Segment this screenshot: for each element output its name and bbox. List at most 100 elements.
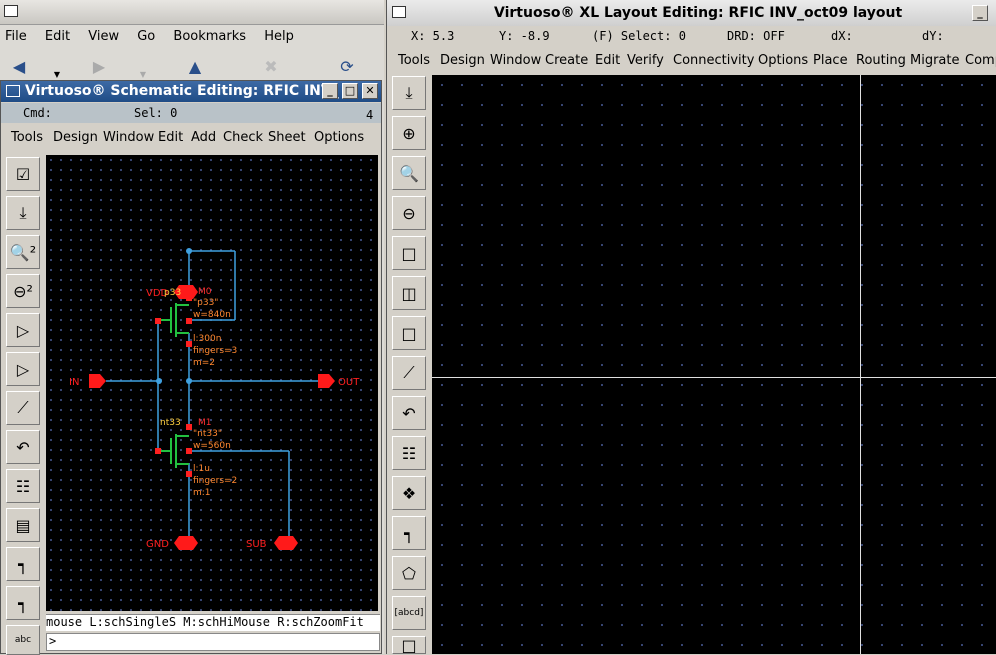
schem-menu-design[interactable]: Design (53, 130, 98, 145)
window-menu-icon[interactable] (4, 5, 18, 17)
zoom-out-tool[interactable]: ⊖² (6, 274, 40, 308)
menu-edit[interactable]: Edit (45, 29, 70, 44)
layout-menu-options[interactable]: Options (758, 53, 808, 68)
schematic-titlebar[interactable]: Virtuoso® Schematic Editing: RFIC INV_ _… (1, 81, 381, 102)
layout-label-tool[interactable]: [abcd] (392, 596, 426, 630)
layout-menu-place[interactable]: Place (813, 53, 848, 68)
up-arrow-icon[interactable]: ▲ (182, 54, 208, 80)
layout-save-tool[interactable]: ⤓ (392, 76, 426, 110)
menu-help[interactable]: Help (264, 29, 294, 44)
layout-menu-verify[interactable]: Verify (627, 53, 664, 68)
wire-icon: ⟋ (403, 363, 415, 382)
layout-menu-window[interactable]: Window (490, 53, 541, 68)
layout-canvas[interactable] (432, 75, 996, 654)
schem-menu-sheet[interactable]: Sheet (268, 130, 306, 145)
instance-tool[interactable]: ▤ (6, 508, 40, 542)
reload-icon[interactable]: ⟳ (334, 54, 360, 80)
select-count: (F) Select: 0 (592, 29, 686, 43)
schem-menu-window[interactable]: Window (103, 130, 154, 145)
layout-move-tool[interactable]: □ (392, 316, 426, 350)
undo-icon: ↶ (402, 403, 416, 423)
menu-view[interactable]: View (88, 29, 119, 44)
save-tool[interactable]: ⤓ (6, 196, 40, 230)
layout-status-bar: X: 5.3 Y: -8.9 (F) Select: 0 DRD: OFF dX… (387, 27, 996, 47)
copy-icon: ◫ (401, 283, 417, 303)
y-axis-line (860, 75, 861, 654)
layout-menu-comp[interactable]: Comp (965, 53, 996, 68)
move-icon: □ (401, 323, 417, 343)
command-input[interactable]: > (46, 633, 380, 651)
zoom-in-tool[interactable]: 🔍² (6, 235, 40, 269)
minimize-button[interactable]: _ (972, 5, 988, 21)
layout-path-tool[interactable]: ❖ (392, 476, 426, 510)
layout-menu-migrate[interactable]: Migrate (910, 53, 960, 68)
copy-icon: ▷ (16, 359, 30, 379)
layout-menu-edit[interactable]: Edit (595, 53, 620, 68)
layout-shape-tool[interactable]: ┑ (392, 516, 426, 550)
drd-status: DRD: OFF (727, 29, 785, 43)
stretch-tool[interactable]: ▷ (6, 313, 40, 347)
layout-instance-tool[interactable]: □ (392, 636, 426, 655)
undo-icon: ↶ (16, 437, 30, 457)
pin-tool[interactable]: ┑ (6, 547, 40, 581)
undo-tool[interactable]: ↶ (6, 430, 40, 464)
zoom-out-icon: ⊖² (13, 281, 33, 301)
pmos-fingers: fingers=3 (193, 346, 237, 356)
pmos-type-label: p33 (164, 288, 181, 298)
nmos-l: l:1u (193, 464, 210, 474)
x-coord: X: 5.3 (411, 29, 455, 43)
zoom-in-icon: 🔍² (9, 242, 37, 262)
layout-undo-tool[interactable]: ↶ (392, 396, 426, 430)
layout-wire-tool[interactable]: ⟋ (392, 356, 426, 390)
layout-copy-tool[interactable]: ◫ (392, 276, 426, 310)
window-menu-icon[interactable] (6, 85, 20, 97)
copy-tool[interactable]: ▷ (6, 352, 40, 386)
mouse-binding-line: mouse L:schSingleS M:schHiMouse R:schZoo… (46, 614, 380, 631)
menu-bookmarks[interactable]: Bookmarks (173, 29, 246, 44)
layout-polygon-tool[interactable]: ⬠ (392, 556, 426, 590)
layout-menu-routing[interactable]: Routing (856, 53, 906, 68)
layout-titlebar[interactable]: Virtuoso® XL Layout Editing: RFIC INV_oc… (387, 0, 996, 26)
menu-file[interactable]: File (5, 29, 27, 44)
nmos-model: "nt33" (193, 429, 222, 439)
layout-title: Virtuoso® XL Layout Editing: RFIC INV_oc… (494, 5, 903, 21)
menu-go[interactable]: Go (137, 29, 155, 44)
wire-tool[interactable]: ⟋ (6, 391, 40, 425)
bus-tool[interactable]: ☷ (6, 469, 40, 503)
layout-menu-design[interactable]: Design (440, 53, 485, 68)
layout-via-tool[interactable]: ☷ (392, 436, 426, 470)
schem-menu-tools[interactable]: Tools (11, 130, 43, 145)
polygon-icon: ⬠ (402, 563, 416, 583)
maximize-button[interactable]: □ (342, 83, 358, 99)
check-save-tool[interactable]: ☑ (6, 157, 40, 191)
schematic-canvas[interactable]: VDD GND SUB IN OUT p33 M0 "p33" w=840n l… (46, 155, 378, 611)
note-tool[interactable]: abc (6, 625, 40, 655)
dx-value: dX: (831, 29, 853, 43)
layout-zoom-in-tool[interactable]: 🔍 (392, 156, 426, 190)
layout-menu-tools[interactable]: Tools (398, 53, 430, 68)
layout-stretch-tool[interactable]: □ (392, 236, 426, 270)
layout-zoom-out-tool[interactable]: ⊖ (392, 196, 426, 230)
layout-menu-create[interactable]: Create (545, 53, 588, 68)
schem-menu-edit[interactable]: Edit (158, 130, 183, 145)
label-tool[interactable]: ┑ (6, 586, 40, 620)
schem-menu-options[interactable]: Options (314, 130, 364, 145)
sub-label: SUB (246, 539, 267, 550)
pmos-name: M0 (198, 287, 212, 297)
window-menu-icon[interactable] (392, 6, 406, 18)
schem-menu-add[interactable]: Add (191, 130, 216, 145)
schem-menu-check[interactable]: Check (223, 130, 263, 145)
inverter-schematic: VDD GND SUB IN OUT p33 M0 "p33" w=840n l… (69, 248, 360, 550)
stop-icon[interactable]: ✖ (258, 54, 284, 80)
minimize-button[interactable]: _ (322, 83, 338, 99)
zoom-fit-icon: ⊕ (402, 123, 416, 143)
forward-arrow-icon[interactable]: ▶ (86, 54, 112, 80)
sel-label: Sel: 0 (134, 106, 178, 120)
label-icon: ┑ (18, 593, 28, 613)
layout-menu-connectivity[interactable]: Connectivity (673, 53, 754, 68)
close-button[interactable]: ✕ (362, 83, 378, 99)
in-label: IN (69, 377, 79, 388)
y-coord: Y: -8.9 (499, 29, 550, 43)
back-arrow-icon[interactable]: ◀ (6, 54, 32, 80)
layout-zoom-fit-tool[interactable]: ⊕ (392, 116, 426, 150)
